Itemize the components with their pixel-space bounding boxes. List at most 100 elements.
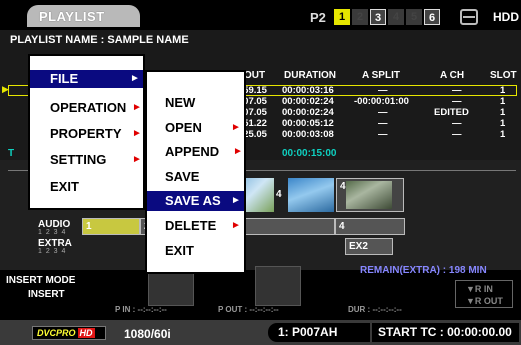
start-timecode: START TC : 00:00:00.00 <box>372 323 519 342</box>
extra-channels: 1 2 3 4 <box>38 248 67 255</box>
menu-item-exit-label: EXIT <box>50 179 79 194</box>
submenu-item-append-label: APPEND <box>165 144 220 159</box>
submenu-arrow-icon: ► <box>132 154 142 165</box>
slot-4[interactable]: 4 <box>388 9 404 25</box>
menu-item-operation[interactable]: OPERATION ► <box>30 99 143 117</box>
start-tc-value: : 00:00:00.00 <box>439 325 512 339</box>
start-tc-label: START TC <box>378 325 437 339</box>
row-duration: 00:00:02:24 <box>282 107 334 118</box>
file-submenu: NEW OPEN ► APPEND ► SAVE SAVE AS ► DELETE ► … <box>145 70 246 274</box>
codec-hd-badge: HD <box>77 328 95 338</box>
submenu-item-open[interactable]: OPEN ► <box>147 119 244 137</box>
menu-item-property-label: PROPERTY <box>50 126 122 141</box>
menu-item-property[interactable]: PROPERTY ► <box>30 125 143 143</box>
codec-label: DVCPRO <box>37 328 76 338</box>
row-slot: 1 <box>500 96 506 107</box>
row-slot: 1 <box>500 85 506 96</box>
slot-3[interactable]: 3 <box>370 9 386 25</box>
submenu-item-delete[interactable]: DELETE ► <box>147 217 244 235</box>
row-a-ch: EDITED <box>434 107 469 118</box>
row-a-split: — <box>378 107 388 118</box>
menu-item-operation-label: OPERATION <box>50 100 127 115</box>
submenu-arrow-icon: ► <box>132 102 142 113</box>
menu-item-setting[interactable]: SETTING ► <box>30 151 143 169</box>
submenu-item-append[interactable]: APPEND ► <box>147 143 244 161</box>
codec-badge: DVCPRO HD <box>32 326 106 340</box>
row-a-ch: — <box>452 129 462 140</box>
column-header-duration: DURATION <box>284 70 337 81</box>
row-cursor-icon: ▶ <box>2 84 9 94</box>
hdd-label: HDD <box>493 10 519 24</box>
row-duration: 00:00:02:24 <box>282 96 334 107</box>
submenu-item-save[interactable]: SAVE <box>147 168 244 186</box>
row-a-ch: — <box>452 85 462 96</box>
clip-number: 4 <box>276 189 282 200</box>
slot-5[interactable]: 5 <box>406 9 422 25</box>
submenu-arrow-icon: ► <box>233 146 243 157</box>
submenu-item-new[interactable]: NEW <box>147 94 244 112</box>
menu-item-file-label: FILE <box>50 71 79 86</box>
r-in-out-box: ▼R IN ▼R OUT <box>455 280 513 308</box>
row-a-split: — <box>378 118 388 129</box>
row-duration: 00:00:03:16 <box>282 85 334 96</box>
row-slot: 1 <box>500 129 506 140</box>
playlist-name-label: PLAYLIST NAME : SAMPLE NAME <box>10 34 189 46</box>
menu-item-exit[interactable]: EXIT <box>30 178 143 196</box>
p2-label: P2 <box>310 10 326 25</box>
row-duration: 00:00:03:08 <box>282 129 334 140</box>
submenu-arrow-icon: ► <box>130 73 140 84</box>
column-header-a-split: A SPLIT <box>362 70 400 81</box>
video-thumbnail[interactable] <box>346 181 392 209</box>
clip-id: 1: P007AH <box>268 323 370 342</box>
playlist-tab[interactable]: PLAYLIST <box>27 5 140 27</box>
audio-clip-block[interactable]: 4 <box>335 218 405 235</box>
row-slot: 1 <box>500 118 506 129</box>
column-header-out: OUT <box>244 70 266 81</box>
remain-extra-text: REMAIN(EXTRA) : 198 MIN <box>360 265 487 276</box>
row-slot: 1 <box>500 107 506 118</box>
hdd-disk-icon <box>460 9 478 25</box>
slot-1[interactable]: 1 <box>334 9 350 25</box>
p-in-timecode: P IN : --:--:--:-- <box>115 305 167 314</box>
duration-timecode: DUR : --:--:--:-- <box>348 305 402 314</box>
menu-item-setting-label: SETTING <box>50 152 107 167</box>
total-label: T <box>8 148 15 159</box>
submenu-arrow-icon: ► <box>231 122 241 133</box>
menu-item-file[interactable]: FILE ► <box>30 70 143 88</box>
video-format: 1080/60i <box>124 327 171 341</box>
audio-clip-block[interactable]: 1 <box>82 218 140 235</box>
total-duration: 00:00:15:00 <box>282 148 337 159</box>
submenu-item-save-as-label: SAVE AS <box>165 193 221 208</box>
column-header-slot: SLOT <box>490 70 517 81</box>
p-out-thumbnail <box>255 266 301 306</box>
r-out-label: ▼R OUT <box>466 296 503 306</box>
extra-clip-block[interactable]: EX2 <box>345 238 393 255</box>
audio-channels: 1 2 3 4 <box>38 229 67 236</box>
submenu-item-new-label: NEW <box>165 95 196 110</box>
submenu-arrow-icon: ► <box>231 220 241 231</box>
row-a-split: -00:00:01:00 <box>354 96 409 107</box>
submenu-item-save-as[interactable]: SAVE AS ► <box>147 191 244 211</box>
submenu-item-save-label: SAVE <box>165 169 200 184</box>
submenu-item-delete-label: DELETE <box>165 218 217 233</box>
video-thumbnail[interactable] <box>288 178 334 212</box>
row-a-split: — <box>378 85 388 96</box>
insert-mode-block: INSERT MODE INSERT <box>6 274 75 302</box>
insert-mode-label: INSERT MODE <box>6 275 76 286</box>
main-menu: FILE ► OPERATION ► PROPERTY ► SETTING ► EXIT <box>28 54 145 210</box>
submenu-arrow-icon: ► <box>132 128 142 139</box>
slot-6[interactable]: 6 <box>424 9 440 25</box>
row-a-split: — <box>378 129 388 140</box>
submenu-item-open-label: OPEN <box>165 120 202 135</box>
submenu-item-exit[interactable]: EXIT <box>147 242 244 260</box>
row-duration: 00:00:05:12 <box>282 118 334 129</box>
submenu-arrow-icon: ► <box>231 195 241 206</box>
column-header-a-ch: A CH <box>440 70 465 81</box>
r-in-label: ▼R IN <box>466 284 493 294</box>
insert-mode-value[interactable]: INSERT <box>6 288 75 302</box>
row-a-ch: — <box>452 96 462 107</box>
row-a-ch: — <box>452 118 462 129</box>
slot-2[interactable]: 2 <box>352 9 368 25</box>
p-out-timecode: P OUT : --:--:--:-- <box>218 305 279 314</box>
submenu-item-exit-label: EXIT <box>165 243 194 258</box>
